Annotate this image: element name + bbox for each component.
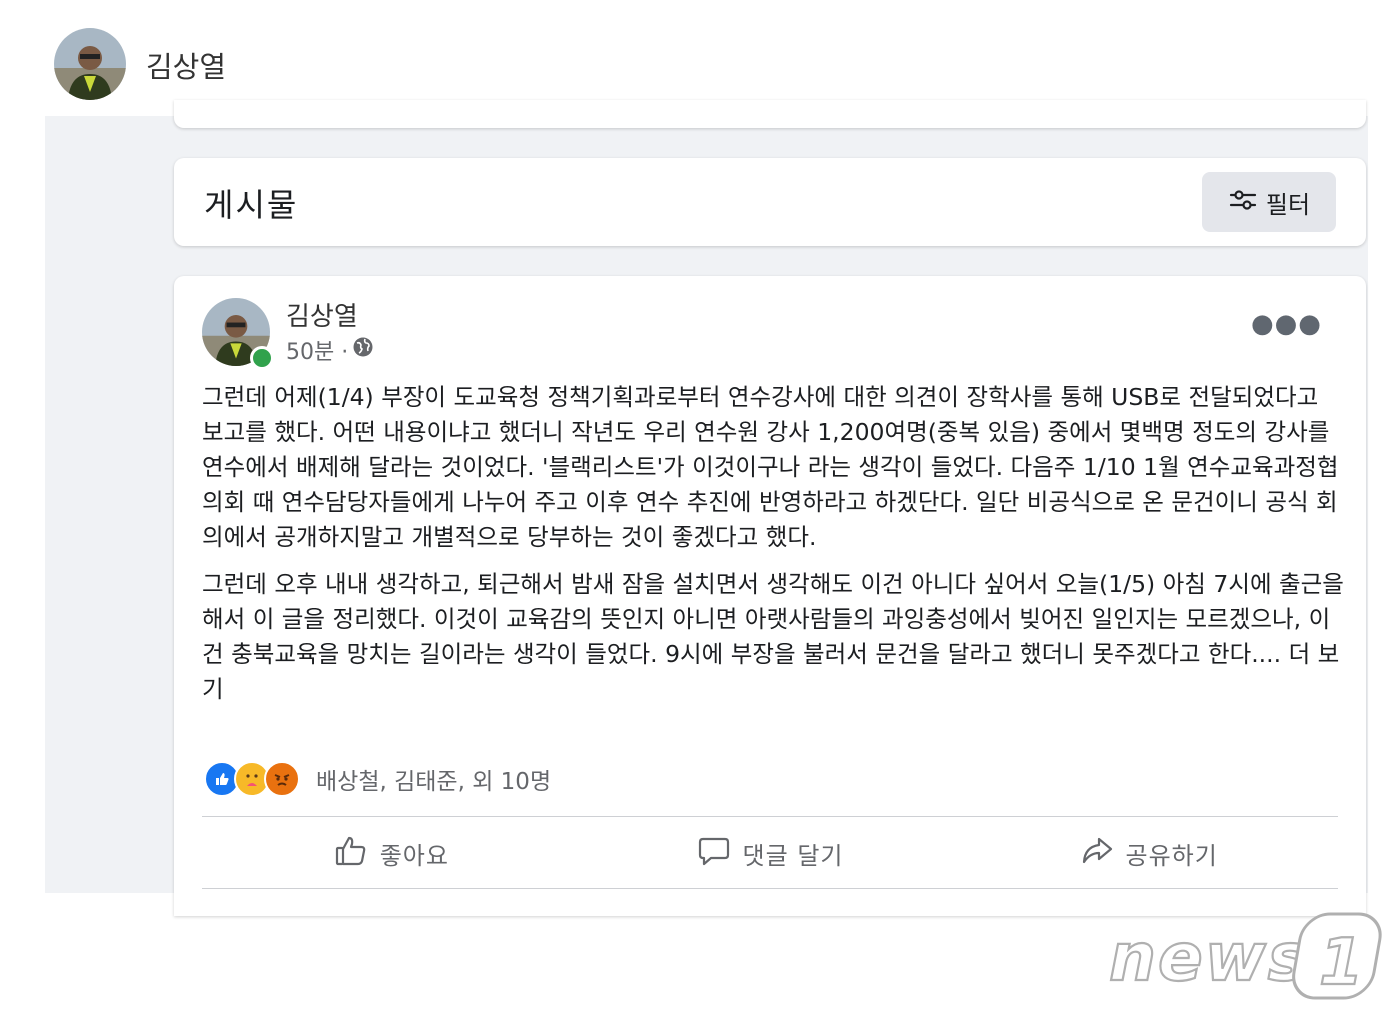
profile-header: 김상열	[0, 0, 1400, 116]
post-meta: 50분 ·	[286, 334, 374, 366]
like-button[interactable]: 좋아요	[202, 818, 581, 888]
actions-top-divider	[202, 816, 1338, 817]
reaction-icons	[204, 761, 300, 797]
share-icon	[1080, 834, 1114, 872]
comment-icon	[697, 834, 731, 872]
post-card: 김상열 50분 · ●●● 그런데 어제(1/4) 부장이 도교육청 정책기획과…	[174, 276, 1366, 916]
previous-card	[174, 100, 1366, 128]
comment-button[interactable]: 댓글 달기	[581, 818, 960, 888]
svg-text:news: news	[1109, 919, 1309, 996]
actions-bottom-divider	[202, 888, 1338, 889]
online-status-dot	[250, 346, 274, 370]
filter-label: 필터	[1265, 190, 1311, 219]
reactions-summary[interactable]: 배상철, 김태준, 외 10명	[204, 761, 551, 797]
svg-text:1: 1	[1319, 926, 1364, 1000]
post-actions-bar: 좋아요 댓글 달기 공유하기	[202, 818, 1338, 888]
sliders-icon	[1228, 188, 1258, 216]
thumbs-up-icon	[334, 834, 368, 872]
post-paragraph: 그런데 어제(1/4) 부장이 도교육청 정책기획과로부터 연수강사에 대한 의…	[202, 383, 1339, 551]
post-text: 그런데 어제(1/4) 부장이 도교육청 정책기획과로부터 연수강사에 대한 의…	[202, 380, 1344, 719]
post-timestamp[interactable]: 50분 ·	[286, 334, 348, 366]
share-button[interactable]: 공유하기	[959, 818, 1338, 888]
profile-avatar[interactable]	[54, 28, 126, 100]
more-options-icon[interactable]: ●●●	[1251, 311, 1322, 337]
reactions-names[interactable]: 배상철, 김태준, 외 10명	[316, 762, 551, 796]
news1-watermark-logo: news 1	[1108, 912, 1382, 1001]
share-label: 공유하기	[1125, 841, 1218, 870]
globe-icon	[352, 336, 374, 364]
posts-title: 게시물	[204, 186, 299, 224]
post-author-name[interactable]: 김상열	[286, 296, 358, 333]
like-label: 좋아요	[379, 841, 449, 870]
angry-reaction-icon	[264, 761, 300, 797]
comment-label: 댓글 달기	[742, 841, 844, 870]
post-paragraph-text: 그런데 오후 내내 생각하고, 퇴근해서 밤새 잠을 설치면서 생각해도 이건 …	[202, 570, 1344, 668]
posts-header-card: 게시물 필터	[174, 158, 1366, 246]
filter-button[interactable]: 필터	[1202, 172, 1336, 232]
profile-name[interactable]: 김상열	[146, 44, 226, 86]
post-paragraph: 그런데 오후 내내 생각하고, 퇴근해서 밤새 잠을 설치면서 생각해도 이건 …	[202, 567, 1344, 707]
